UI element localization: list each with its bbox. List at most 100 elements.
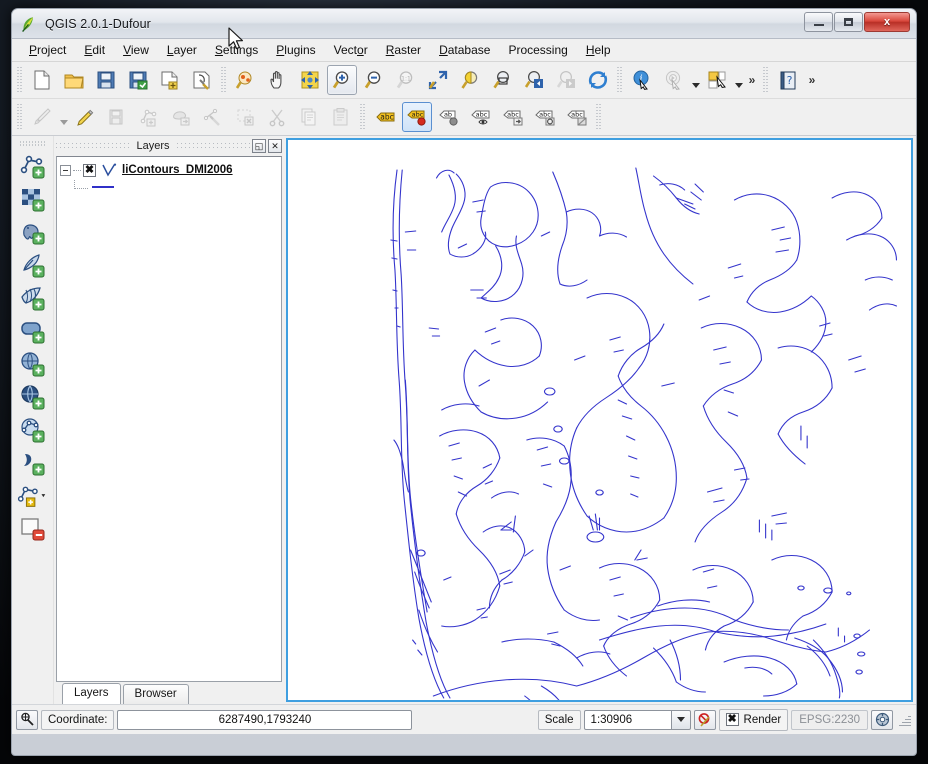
svg-text:abc: abc [539,110,551,118]
help-contents-icon[interactable]: ? [773,65,803,95]
menu-view[interactable]: View [114,40,158,60]
pan-map-icon[interactable] [263,65,293,95]
node-tool-icon[interactable] [198,102,228,132]
rotate-label-icon[interactable]: abc [530,102,560,132]
resize-grip[interactable] [896,712,912,728]
tab-browser[interactable]: Browser [122,684,189,704]
change-label-icon[interactable]: abc [562,102,592,132]
add-spatialite-layer-icon[interactable] [16,249,50,282]
run-feature-action-icon[interactable] [659,65,689,95]
select-dropdown-arrow[interactable] [733,65,744,95]
menu-project[interactable]: Project [20,40,75,60]
coordinate-display[interactable]: 6287490,1793240 [117,709,413,730]
close-button[interactable]: x [864,12,910,32]
no-rotation-icon[interactable] [693,709,716,730]
map-canvas[interactable] [286,138,913,702]
layer-labeling-icon[interactable]: abc [370,102,400,132]
remove-layer-icon[interactable] [16,513,50,546]
contour-lines-render [390,167,898,700]
current-edits-icon[interactable] [27,102,57,132]
maximize-button[interactable] [834,12,863,32]
panel-drag-handle[interactable] [176,138,250,154]
save-project-icon[interactable] [91,65,121,95]
save-layer-edits-icon[interactable] [102,102,132,132]
tab-layers[interactable]: Layers [62,683,121,704]
add-postgis-layer-icon[interactable] [16,216,50,249]
pin-labels-icon[interactable]: abc [402,102,432,132]
toolbar-overflow-button[interactable]: » [744,65,760,95]
menu-vector[interactable]: Vector [325,40,377,60]
layer-name-label[interactable]: liContours_DMI2006 [122,164,233,176]
scale-input[interactable]: 1:30906 [583,709,672,730]
minimize-button[interactable] [804,12,833,32]
add-vector-layer-icon[interactable] [16,150,50,183]
zoom-full-extent-icon[interactable] [295,65,325,95]
show-hide-labels-icon[interactable]: ab [434,102,464,132]
add-oracle-layer-icon[interactable] [16,315,50,348]
render-label: Render [743,713,782,726]
layer-tree[interactable]: ✖ liContours_DMI2006 [56,156,282,682]
composer-manager-icon[interactable] [187,65,217,95]
move-feature-icon[interactable] [166,102,196,132]
identify-dropdown-arrow[interactable] [690,65,701,95]
select-features-icon[interactable] [702,65,732,95]
toolbar-handle[interactable] [19,140,46,147]
zoom-last-icon[interactable] [519,65,549,95]
save-project-as-icon[interactable] [123,65,153,95]
menu-help[interactable]: Help [577,40,620,60]
paste-features-icon[interactable] [326,102,356,132]
add-raster-layer-icon[interactable] [16,183,50,216]
add-delimited-text-layer-icon[interactable] [16,447,50,480]
desktop-background: QGIS 2.0.1-Dufour x Project Edit View La… [0,0,928,764]
zoom-in-icon[interactable] [327,65,357,95]
move-label-icon[interactable]: abc [498,102,528,132]
crs-label[interactable]: EPSG:2230 [791,709,868,730]
add-wcs-layer-icon[interactable] [16,381,50,414]
chevron-down-icon[interactable] [671,709,691,730]
refresh-icon[interactable] [583,65,613,95]
expand-collapse-icon[interactable] [60,164,71,176]
add-feature-icon[interactable] [134,102,164,132]
zoom-next-icon[interactable] [551,65,581,95]
zoom-to-selection-icon[interactable] [455,65,485,95]
panel-drag-handle[interactable] [56,138,130,154]
open-project-icon[interactable] [59,65,89,95]
render-toggle[interactable]: ✖ Render [718,708,789,731]
identify-features-icon[interactable]: i [627,65,657,95]
current-edits-dropdown-arrow[interactable] [58,102,69,132]
cut-features-icon[interactable] [262,102,292,132]
add-wfs-layer-icon[interactable] [16,414,50,447]
menu-database[interactable]: Database [430,40,499,60]
menu-raster[interactable]: Raster [377,40,430,60]
copy-features-icon[interactable] [294,102,324,132]
render-checkbox[interactable]: ✖ [725,713,739,726]
highlight-pinned-labels-icon[interactable]: abc [466,102,496,132]
new-shapefile-layer-icon[interactable] [16,480,50,513]
menu-edit[interactable]: Edit [75,40,114,60]
coordinate-label: Coordinate: [41,709,115,730]
panel-close-button[interactable]: ✕ [268,139,282,153]
menu-layer[interactable]: Layer [158,40,206,60]
pan-to-selection-icon[interactable] [231,65,261,95]
menu-plugins[interactable]: Plugins [267,40,324,60]
crs-status-icon[interactable] [871,709,893,730]
zoom-native-icon[interactable]: 1:1 [391,65,421,95]
panel-float-button[interactable]: ◱ [252,139,266,153]
menu-settings[interactable]: Settings [206,40,267,60]
layers-panel-titlebar[interactable]: Layers ◱ ✕ [56,138,282,154]
menu-processing[interactable]: Processing [499,40,576,60]
toggle-editing-icon[interactable] [70,102,100,132]
layer-visibility-checkbox[interactable]: ✖ [83,163,96,177]
zoom-to-layer-icon[interactable] [487,65,517,95]
zoom-full-icon[interactable] [423,65,453,95]
new-project-icon[interactable] [27,65,57,95]
layer-tree-row[interactable]: ✖ liContours_DMI2006 [60,161,278,179]
panel-tab-strip: Layers Browser [56,682,282,704]
messages-icon[interactable] [16,709,38,730]
add-wms-layer-icon[interactable] [16,348,50,381]
help-overflow-button[interactable]: » [804,65,820,95]
add-mssql-layer-icon[interactable] [16,282,50,315]
zoom-out-icon[interactable] [359,65,389,95]
delete-selected-icon[interactable] [230,102,260,132]
new-print-composer-icon[interactable] [155,65,185,95]
